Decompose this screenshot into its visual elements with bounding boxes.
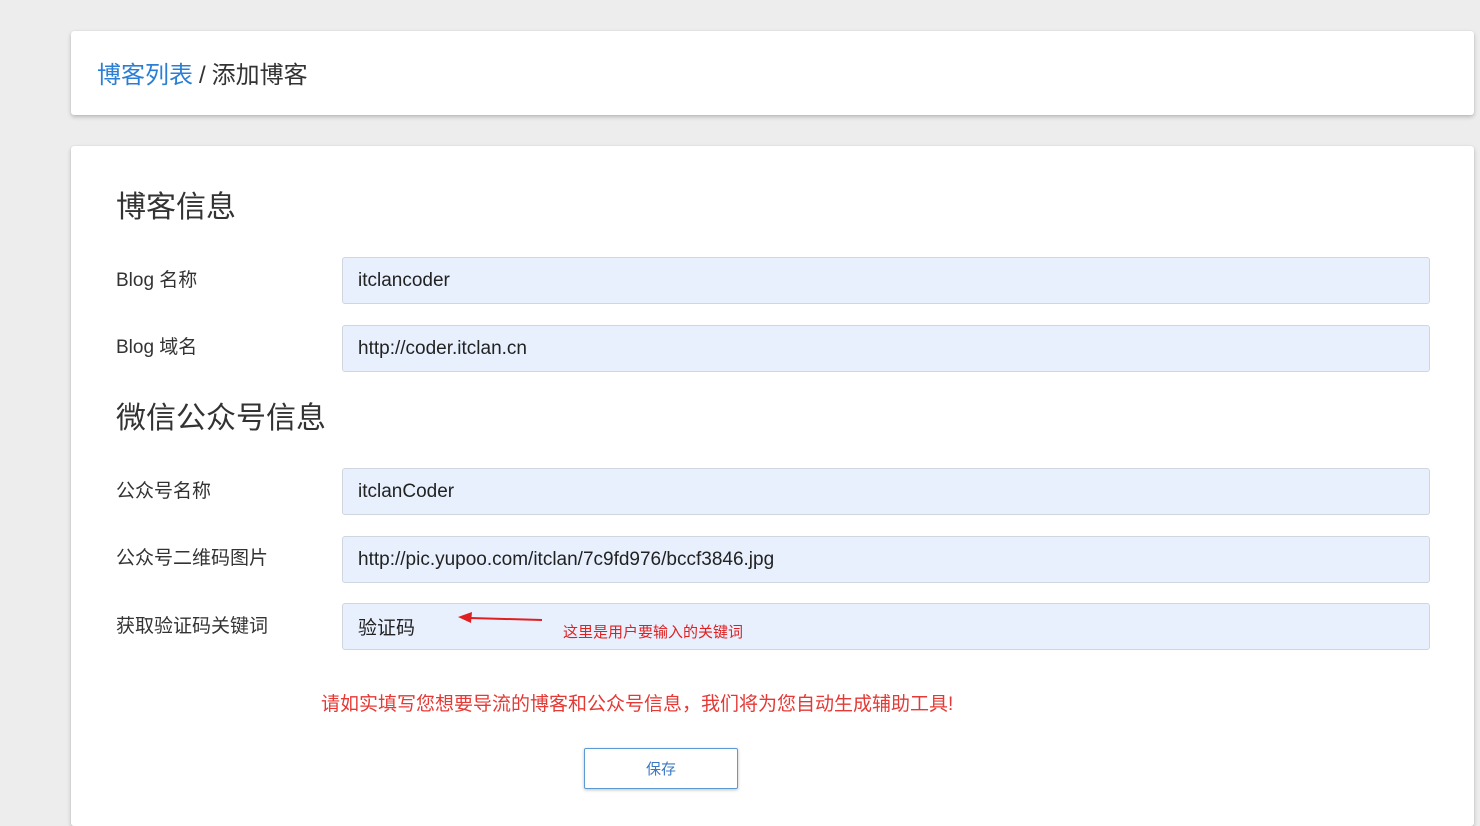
wechat-name-label: 公众号名称	[116, 481, 212, 502]
blog-domain-input[interactable]	[342, 325, 1430, 372]
blog-domain-label: Blog 域名	[116, 337, 198, 358]
wechat-qrcode-label: 公众号二维码图片	[116, 548, 269, 569]
breadcrumb-current: 添加博客	[211, 62, 308, 89]
wechat-qrcode-input[interactable]	[342, 536, 1430, 583]
wechat-name-input[interactable]	[342, 468, 1430, 515]
notice-text: 请如实填写您想要导流的博客和公众号信息，我们将为您自动生成辅助工具!	[321, 694, 954, 715]
annotation-text: 这里是用户要输入的关键词	[563, 624, 744, 641]
blog-form-card: 博客信息 Blog 名称 Blog 域名 微信公众号信息 公众号名称 公众号二维…	[71, 146, 1474, 826]
breadcrumb-separator: /	[199, 62, 206, 89]
breadcrumb: 博客列表 / 添加博客	[97, 60, 308, 92]
header-card: 博客列表 / 添加博客	[71, 31, 1474, 115]
wechat-info-title: 微信公众号信息	[116, 402, 326, 435]
blog-name-input[interactable]	[342, 257, 1430, 304]
save-button[interactable]: 保存	[584, 748, 738, 789]
verify-keyword-input[interactable]	[342, 603, 1430, 650]
blog-info-title: 博客信息	[116, 191, 236, 224]
verify-keyword-label: 获取验证码关键词	[116, 616, 269, 637]
breadcrumb-blog-list-link[interactable]: 博客列表	[97, 62, 193, 89]
blog-name-label: Blog 名称	[116, 270, 198, 291]
